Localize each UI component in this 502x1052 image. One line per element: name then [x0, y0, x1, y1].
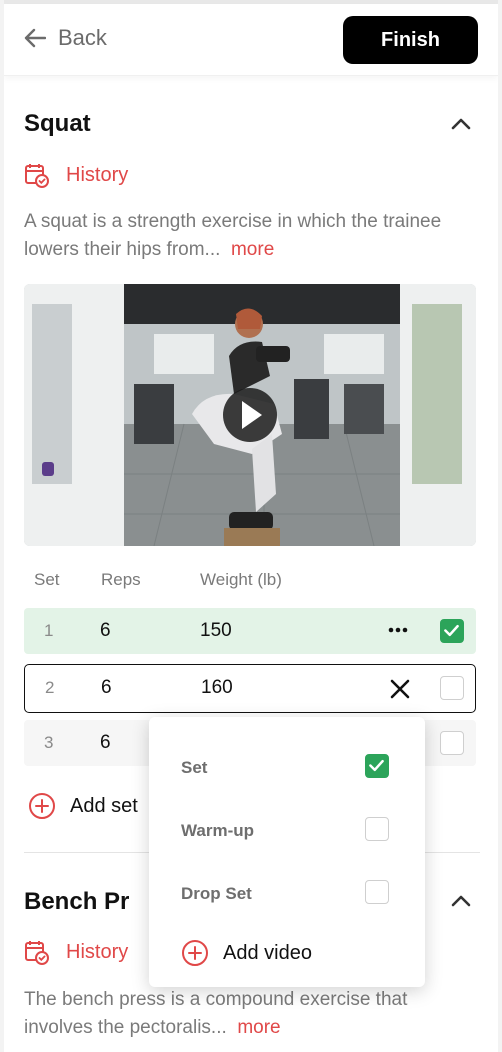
more-link[interactable]: more	[231, 239, 274, 260]
set-number: 3	[44, 733, 54, 752]
weight-value[interactable]: 160	[201, 677, 233, 699]
history-link[interactable]: History	[24, 162, 128, 188]
back-button[interactable]: Back	[24, 25, 107, 51]
exercise-video-thumbnail[interactable]	[24, 284, 476, 546]
plus-circle-icon	[29, 793, 55, 819]
exercise-title: Bench Pr	[24, 888, 130, 915]
exercise-title: Squat	[24, 110, 91, 137]
reps-value[interactable]: 6	[100, 620, 111, 642]
warm-up-checkbox[interactable]	[365, 817, 389, 841]
menu-option-warm-up[interactable]: Warm-up	[181, 821, 254, 841]
reps-value[interactable]: 6	[101, 677, 112, 699]
history-label: History	[66, 940, 129, 963]
top-bar: Back Finish	[4, 4, 498, 76]
more-options-icon[interactable]	[386, 624, 410, 636]
add-video-label: Add video	[223, 941, 312, 964]
add-set-button[interactable]: Add set	[28, 792, 138, 820]
drop-set-checkbox[interactable]	[365, 880, 389, 904]
reps-value[interactable]: 6	[100, 732, 111, 754]
check-icon	[444, 624, 459, 637]
chevron-up-icon[interactable]	[449, 889, 473, 913]
back-label: Back	[58, 25, 107, 50]
plus-circle-icon	[182, 940, 208, 966]
set-row[interactable]: 1 6 150	[24, 608, 476, 654]
set-complete-checkbox[interactable]	[440, 619, 464, 643]
menu-option-set[interactable]: Set	[181, 758, 207, 778]
exercise-description: A squat is a strength exercise in which …	[24, 208, 480, 264]
set-complete-checkbox[interactable]	[440, 731, 464, 755]
calendar-check-icon	[25, 941, 49, 965]
history-label: History	[66, 163, 129, 186]
add-video-button[interactable]: Add video	[181, 939, 312, 967]
column-header-weight: Weight (lb)	[200, 570, 282, 589]
gym-photo	[24, 284, 476, 546]
set-complete-checkbox[interactable]	[440, 676, 464, 700]
add-set-label: Add set	[70, 794, 138, 817]
description-text: The bench press is a compound exercise t…	[24, 989, 408, 1038]
history-link[interactable]: History	[24, 939, 128, 965]
set-type-menu: Set Warm-up Drop Set Add video	[149, 717, 425, 987]
workout-screen: Back Finish Squat History A squat is a s…	[4, 0, 498, 1052]
set-number: 2	[45, 678, 55, 697]
column-header-set: Set	[34, 570, 60, 589]
weight-value[interactable]: 150	[200, 620, 232, 642]
finish-button[interactable]: Finish	[343, 16, 478, 64]
column-header-reps: Reps	[101, 570, 141, 589]
menu-option-drop-set[interactable]: Drop Set	[181, 884, 252, 904]
calendar-check-icon	[25, 164, 49, 188]
set-row-selected[interactable]: 2 6 160	[24, 664, 476, 713]
set-number: 1	[44, 621, 54, 640]
chevron-up-icon[interactable]	[449, 112, 473, 136]
arrow-left-icon	[24, 28, 46, 48]
set-type-checkbox[interactable]	[365, 754, 389, 778]
close-icon[interactable]	[389, 678, 411, 700]
exercise-description: The bench press is a compound exercise t…	[24, 986, 480, 1042]
check-icon	[369, 759, 384, 772]
more-link[interactable]: more	[237, 1017, 280, 1038]
